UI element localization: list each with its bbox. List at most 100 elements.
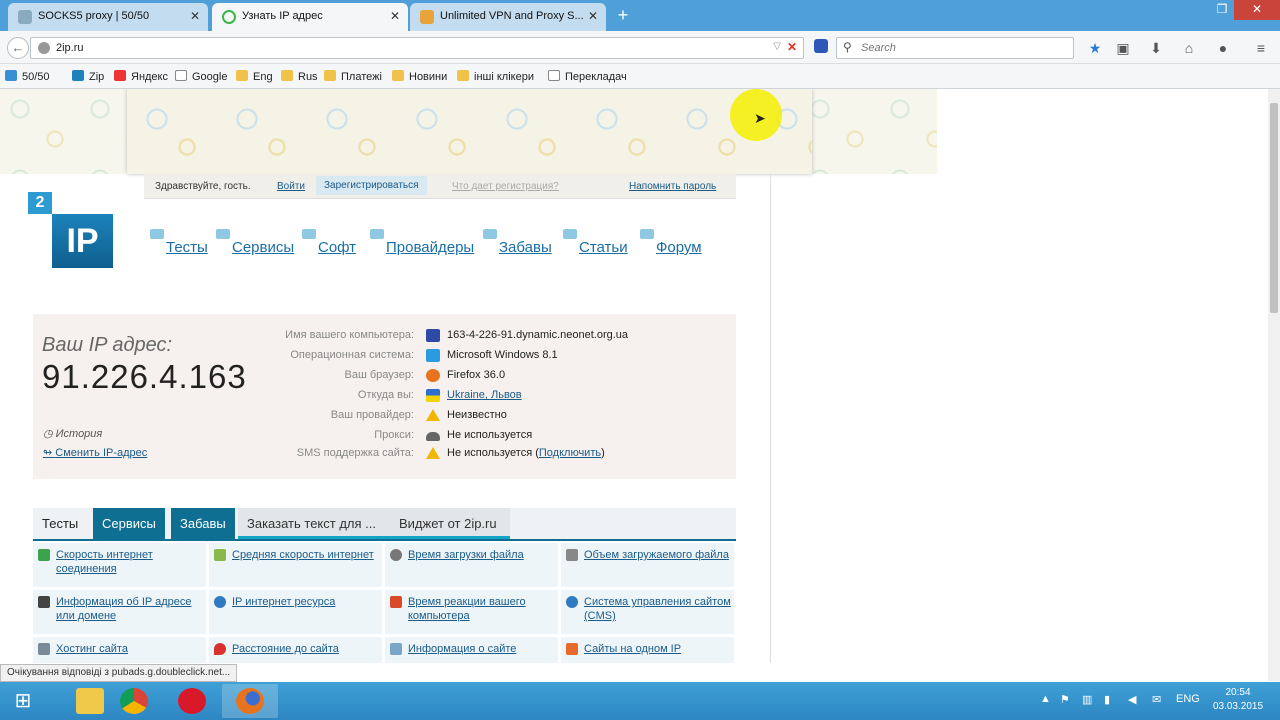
service-link[interactable]: Время реакции вашего компьютера — [408, 595, 556, 623]
service-cell[interactable]: Информация об IP адресе или домене — [33, 590, 206, 634]
tab-unlimited-vpn[interactable]: Unlimited VPN and Proxy S... ✕ — [410, 3, 606, 31]
service-link[interactable]: IP интернет ресурса — [232, 595, 380, 609]
taskbar-app-chrome[interactable] — [106, 684, 162, 718]
windows-icon — [426, 349, 440, 362]
menu-forum[interactable]: Форум — [640, 229, 702, 256]
close-tab-icon[interactable]: ✕ — [588, 3, 598, 29]
service-link[interactable]: Скорость интернет соединения — [56, 548, 204, 576]
system-clock[interactable]: 20:54 03.03.2015 — [1212, 686, 1264, 714]
tab-fun[interactable]: Забавы — [171, 508, 235, 539]
home-icon[interactable]: ⌂ — [1180, 39, 1198, 57]
bookmark-yandex[interactable]: Яндекс — [114, 70, 168, 83]
dropdown-arrow-icon[interactable]: ▽ — [773, 41, 781, 52]
network-icon[interactable]: ▥ — [1082, 693, 1092, 706]
menu-icon[interactable]: ≡ — [1252, 39, 1270, 57]
page-scrollbar[interactable] — [1268, 89, 1280, 681]
chart-icon — [214, 549, 226, 561]
extension-icon[interactable] — [814, 39, 828, 53]
search-bar[interactable]: ⚲ Search — [836, 37, 1074, 59]
service-cell[interactable]: Скорость интернет соединения — [33, 543, 206, 587]
service-cell[interactable]: IP интернет ресурса — [209, 590, 382, 634]
menu-software[interactable]: Софт — [302, 229, 356, 256]
remind-password-link[interactable]: Напомнить пароль — [629, 181, 716, 192]
speed-icon — [38, 549, 50, 561]
close-window-button[interactable]: ✕ — [1234, 0, 1280, 20]
site-logo[interactable]: 2 IP — [28, 192, 114, 270]
scrollbar-thumb[interactable] — [1270, 103, 1278, 313]
login-link[interactable]: Войти — [277, 181, 305, 192]
tab-tests[interactable]: Тесты — [33, 508, 87, 539]
stop-loading-icon[interactable]: ✕ — [787, 40, 797, 54]
service-link[interactable]: Объем загружаемого файла — [584, 548, 732, 562]
close-tab-icon[interactable]: ✕ — [390, 3, 400, 29]
bookmark-star-icon[interactable]: ★ — [1086, 39, 1104, 57]
url-bar[interactable]: 2ip.ru ▽ ✕ — [30, 37, 804, 59]
chat-icon[interactable]: ● — [1214, 39, 1232, 57]
service-cell[interactable]: Информация о сайте — [385, 637, 558, 663]
service-link[interactable]: Хостинг сайта — [56, 642, 204, 656]
restore-window-button[interactable]: ❐ — [1210, 0, 1234, 20]
connect-sms-link[interactable]: Подключить — [539, 447, 601, 459]
service-link[interactable]: Информация о сайте — [408, 642, 556, 656]
service-cell[interactable]: Система управления сайтом (CMS) — [561, 590, 734, 634]
service-link[interactable]: Время загрузки файла — [408, 548, 556, 562]
new-tab-button[interactable]: + — [612, 4, 634, 26]
bookmark-50-50[interactable]: 50/50 — [5, 70, 50, 83]
bookmark-folder-news[interactable]: Новини — [392, 70, 447, 83]
location-link[interactable]: Ukraine, Львов — [447, 389, 522, 401]
register-button[interactable]: Зарегистрироваться — [316, 176, 427, 195]
battery-icon[interactable]: ▮ — [1104, 693, 1110, 706]
tab-socks5-proxy[interactable]: SOCKS5 proxy | 50/50 ✕ — [8, 3, 208, 31]
bookmark-zip[interactable]: Zip — [72, 70, 104, 83]
bookmark-folder-clickers[interactable]: інші клікери — [457, 70, 534, 83]
info-key: Ваш браузер: — [344, 369, 414, 381]
why-register-link[interactable]: Что дает регистрация? — [452, 181, 559, 192]
bookmark-folder-eng[interactable]: Eng — [236, 70, 273, 83]
service-link[interactable]: Информация об IP адресе или домене — [56, 595, 204, 623]
service-cell[interactable]: Хостинг сайта — [33, 637, 206, 663]
tab-order-text[interactable]: Заказать текст для ... — [238, 508, 390, 539]
bookmark-translator[interactable]: Перекладач — [548, 70, 627, 83]
bookmark-label: Rus — [298, 71, 318, 83]
service-link[interactable]: Система управления сайтом (CMS) — [584, 595, 732, 623]
service-cell[interactable]: Сайты на одном IP — [561, 637, 734, 663]
service-cell[interactable]: Объем загружаемого файла — [561, 543, 734, 587]
volume-icon[interactable]: ◀ — [1128, 693, 1136, 706]
banner-ad[interactable] — [127, 89, 812, 174]
clipboard-icon[interactable]: ▣ — [1114, 39, 1132, 57]
service-cell[interactable]: Расстояние до сайта — [209, 637, 382, 663]
bookmark-folder-payments[interactable]: Платежі — [324, 70, 382, 83]
menu-services[interactable]: Сервисы — [216, 229, 294, 256]
bookmarks-bar: 50/50 Zip Яндекс Google Eng Rus Платежі … — [0, 64, 1280, 89]
history-link[interactable]: ◷ История — [43, 427, 102, 440]
tab-uznat-ip[interactable]: Узнать IP адрес ✕ — [212, 3, 408, 31]
tab-services[interactable]: Сервисы — [93, 508, 165, 539]
download-icon[interactable]: ⬇ — [1147, 39, 1165, 57]
back-button[interactable]: ← — [7, 37, 29, 59]
menu-providers[interactable]: Провайдеры — [370, 229, 474, 256]
change-ip-link[interactable]: ↬ Сменить IP-адрес — [43, 446, 147, 459]
service-cell[interactable]: Время загрузки файла — [385, 543, 558, 587]
menu-tests[interactable]: Тесты — [150, 229, 208, 256]
flag-icon[interactable]: ⚑ — [1060, 693, 1070, 706]
service-link[interactable]: Средняя скорость интернет — [232, 548, 380, 562]
service-cell[interactable]: Время реакции вашего компьютера — [385, 590, 558, 634]
bookmark-folder-rus[interactable]: Rus — [281, 70, 318, 83]
tab-widget[interactable]: Виджет от 2ip.ru — [390, 508, 510, 539]
close-tab-icon[interactable]: ✕ — [190, 3, 200, 29]
hosting-icon — [38, 643, 50, 655]
clock-time: 20:54 — [1225, 687, 1251, 698]
start-button[interactable]: ⊞ — [0, 682, 46, 720]
folder-icon — [392, 70, 404, 81]
menu-fun[interactable]: Забавы — [483, 229, 552, 256]
menu-articles[interactable]: Статьи — [563, 229, 628, 256]
service-link[interactable]: Сайты на одном IP — [584, 642, 732, 656]
service-cell[interactable]: Средняя скорость интернет — [209, 543, 382, 587]
show-hidden-icons[interactable]: ▲ — [1040, 693, 1051, 705]
service-link[interactable]: Расстояние до сайта — [232, 642, 380, 656]
language-indicator[interactable]: ENG — [1176, 693, 1200, 705]
taskbar-app-firefox[interactable] — [222, 684, 278, 718]
taskbar-app-opera[interactable] — [164, 684, 220, 718]
action-center-icon[interactable]: ✉ — [1152, 693, 1161, 706]
bookmark-google[interactable]: Google — [175, 70, 227, 83]
